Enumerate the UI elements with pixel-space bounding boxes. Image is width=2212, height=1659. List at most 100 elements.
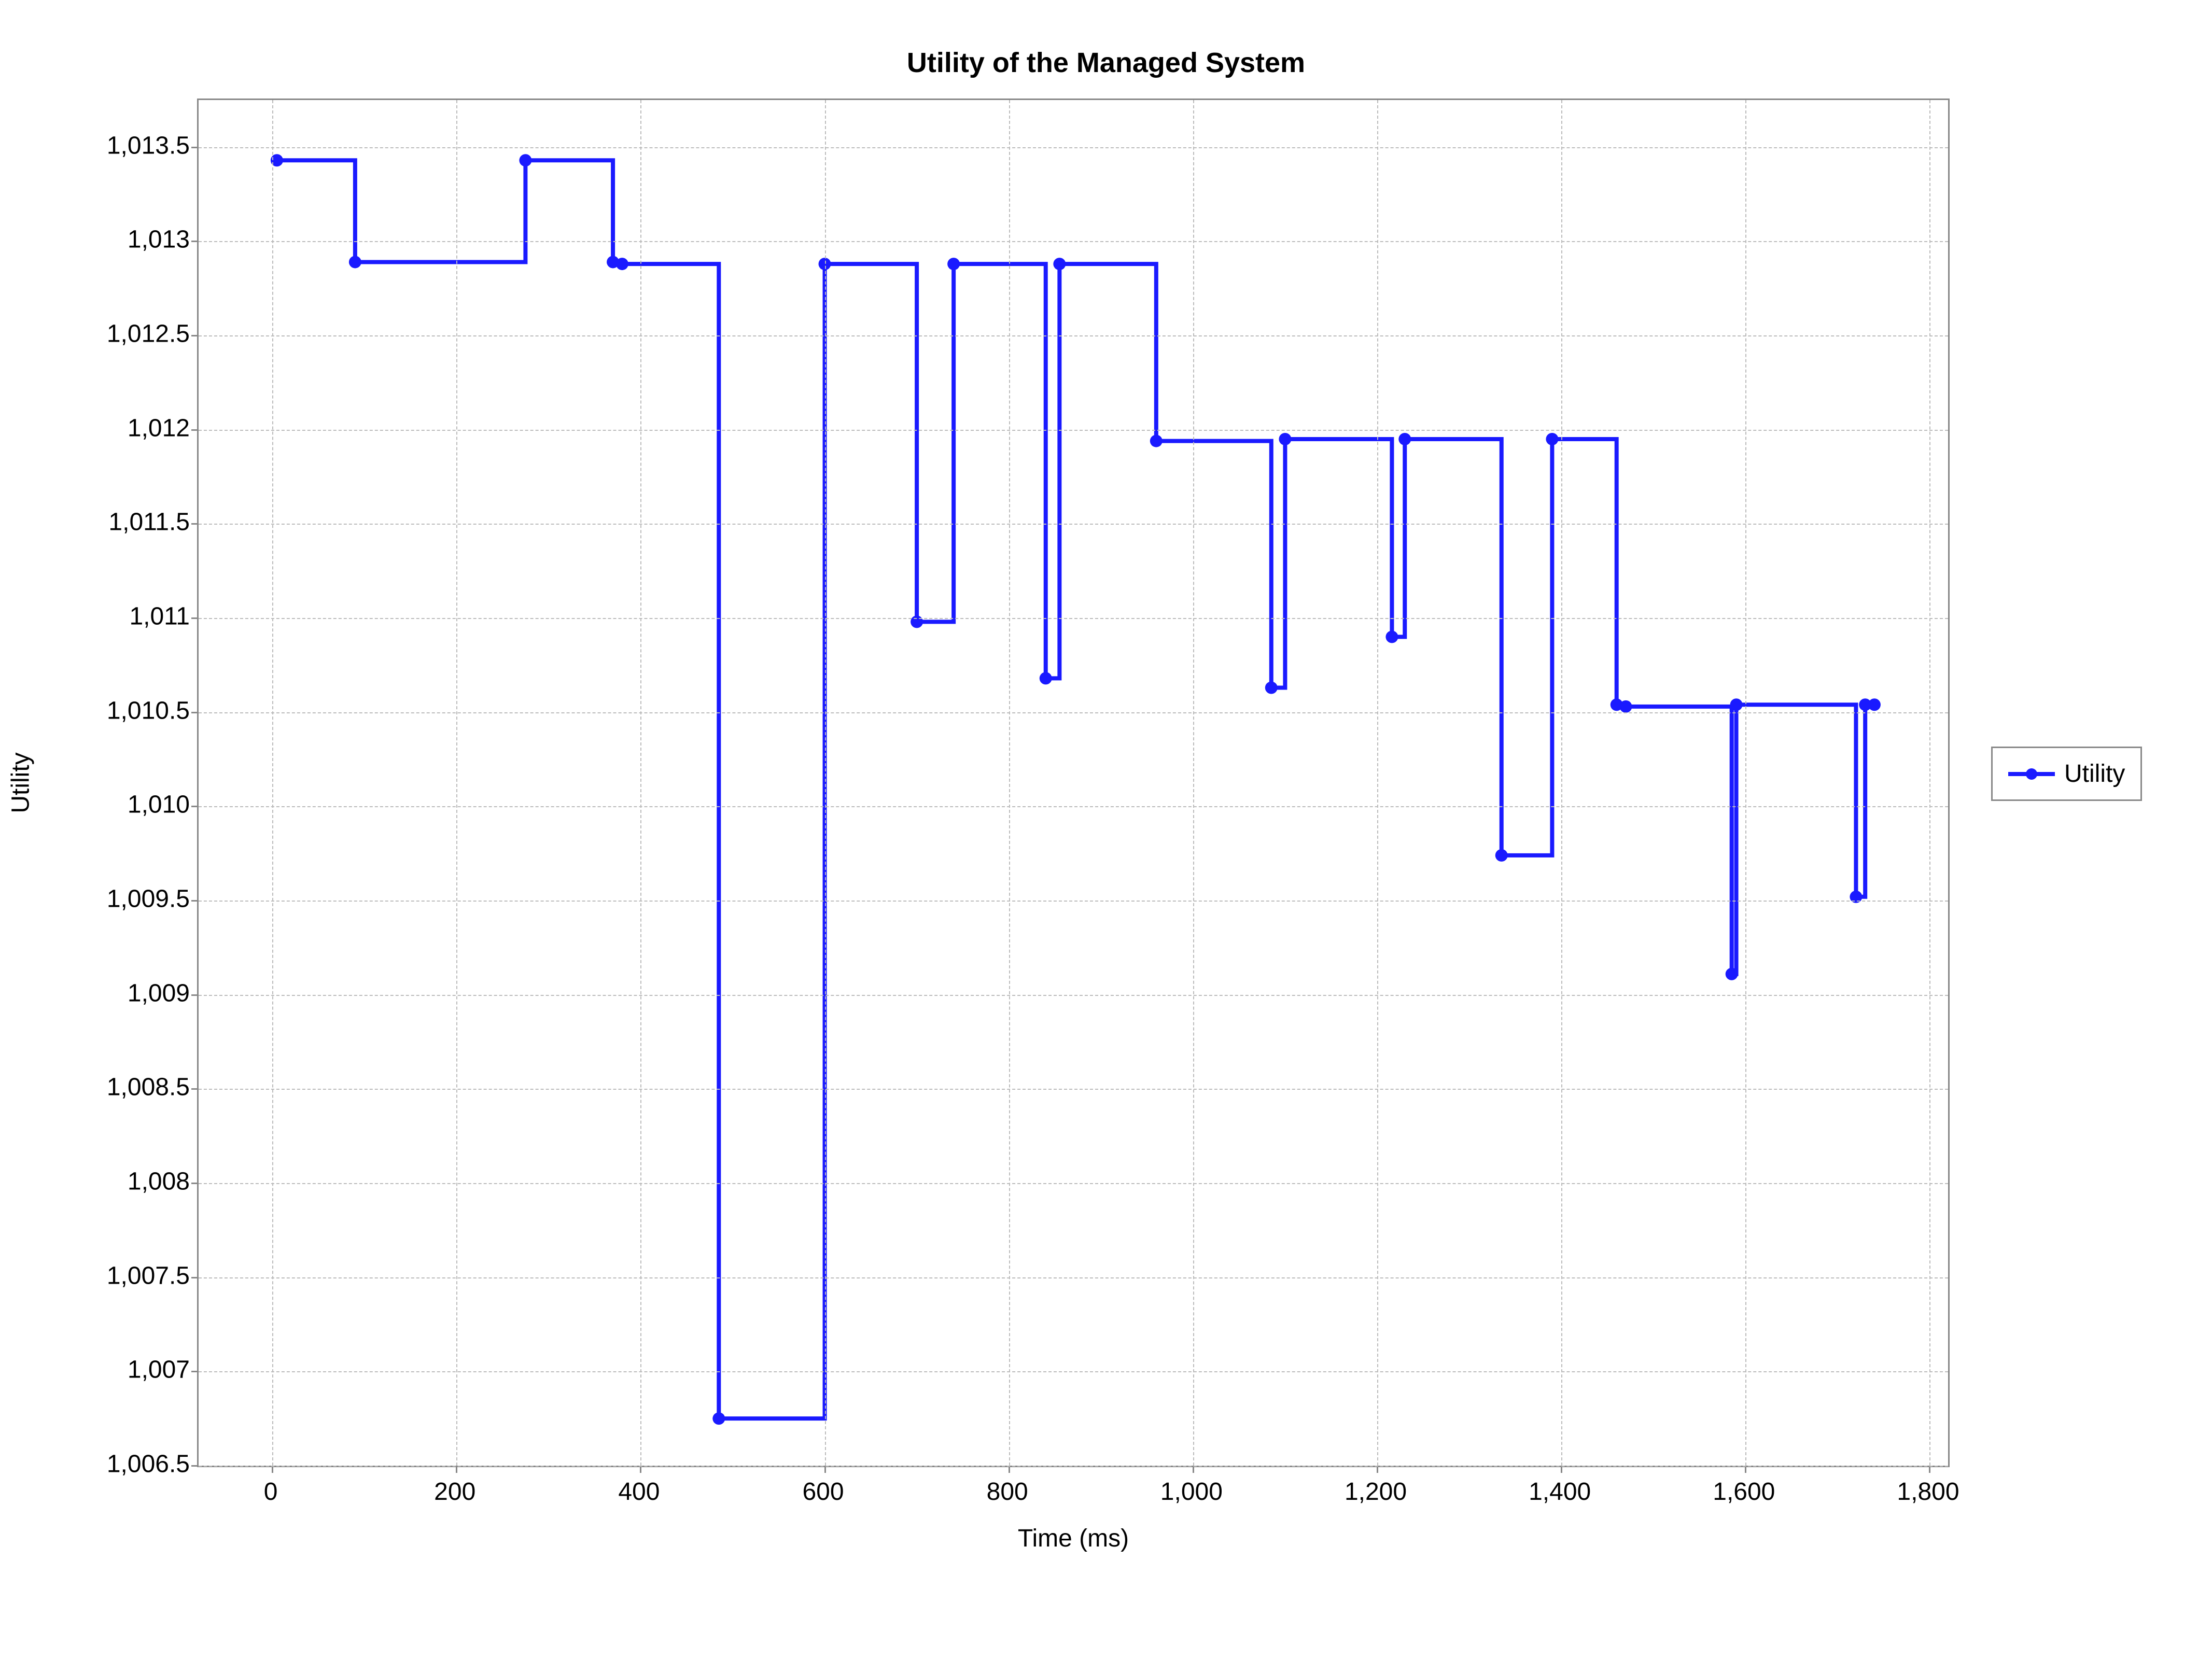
grid-line-horizontal: [199, 712, 1948, 713]
grid-line-horizontal: [199, 995, 1948, 996]
y-tick-mark: [191, 1088, 199, 1090]
grid-line-horizontal: [199, 147, 1948, 148]
y-tick-label: 1,009: [34, 979, 190, 1007]
y-tick-mark: [191, 523, 199, 525]
series-marker: [1040, 672, 1052, 684]
chart-container: Utility of the Managed System Utility Ti…: [0, 0, 2212, 1659]
x-tick-mark: [272, 1466, 273, 1473]
series-marker: [1150, 435, 1163, 447]
y-tick-label: 1,012.5: [34, 320, 190, 348]
y-tick-mark: [191, 147, 199, 148]
x-tick-mark: [640, 1466, 641, 1473]
grid-line-vertical: [456, 100, 457, 1466]
grid-line-vertical: [1009, 100, 1010, 1466]
legend: Utility: [1991, 747, 2142, 801]
x-tick-label: 1,400: [1508, 1478, 1612, 1506]
y-tick-label: 1,007: [34, 1356, 190, 1384]
series-marker: [349, 256, 361, 268]
grid-line-horizontal: [199, 901, 1948, 902]
grid-line-vertical: [1377, 100, 1378, 1466]
y-tick-label: 1,007.5: [34, 1261, 190, 1290]
y-axis-label: Utility: [7, 752, 35, 813]
series-marker: [1265, 682, 1278, 694]
x-axis-label: Time (ms): [197, 1524, 1950, 1553]
grid-line-horizontal: [199, 1089, 1948, 1090]
series-marker: [1053, 258, 1066, 270]
grid-line-vertical: [1745, 100, 1746, 1466]
legend-label: Utility: [2064, 760, 2125, 788]
y-tick-mark: [191, 335, 199, 336]
y-tick-mark: [191, 1465, 199, 1467]
y-tick-mark: [191, 429, 199, 431]
y-tick-mark: [191, 1183, 199, 1184]
grid-line-vertical: [1561, 100, 1562, 1466]
grid-line-vertical: [272, 100, 273, 1466]
y-tick-label: 1,011.5: [34, 508, 190, 537]
y-tick-mark: [191, 1371, 199, 1372]
series-line: [277, 160, 1874, 1418]
y-tick-label: 1,010.5: [34, 696, 190, 725]
y-tick-label: 1,010: [34, 791, 190, 819]
x-tick-label: 800: [956, 1478, 1059, 1506]
grid-line-vertical: [825, 100, 826, 1466]
x-tick-mark: [1745, 1466, 1746, 1473]
x-tick-mark: [456, 1466, 457, 1473]
grid-line-vertical: [1193, 100, 1194, 1466]
grid-line-horizontal: [199, 1466, 1948, 1467]
x-tick-label: 1,600: [1692, 1478, 1796, 1506]
x-tick-mark: [824, 1466, 826, 1473]
series-marker: [1619, 700, 1632, 713]
y-tick-label: 1,008.5: [34, 1073, 190, 1102]
series-marker: [1546, 433, 1558, 445]
legend-swatch: [2008, 766, 2055, 782]
y-tick-label: 1,008: [34, 1168, 190, 1196]
series-marker: [911, 615, 923, 628]
grid-line-horizontal: [199, 618, 1948, 619]
y-tick-label: 1,006.5: [34, 1450, 190, 1479]
grid-line-horizontal: [199, 335, 1948, 336]
series-marker: [1730, 698, 1743, 711]
series-marker: [712, 1412, 725, 1425]
series-marker: [519, 154, 531, 166]
y-tick-mark: [191, 806, 199, 807]
x-tick-mark: [1009, 1466, 1010, 1473]
x-tick-mark: [1377, 1466, 1378, 1473]
grid-line-horizontal: [199, 241, 1948, 242]
x-tick-label: 1,000: [1140, 1478, 1243, 1506]
grid-line-vertical: [1929, 100, 1930, 1466]
chart-title: Utility of the Managed System: [0, 47, 2212, 79]
grid-line-horizontal: [199, 806, 1948, 807]
y-tick-mark: [191, 1277, 199, 1278]
chart-svg: [199, 100, 1948, 1466]
series-marker: [947, 258, 960, 270]
grid-line-horizontal: [199, 1183, 1948, 1184]
x-tick-mark: [1561, 1466, 1562, 1473]
y-tick-label: 1,013.5: [34, 131, 190, 160]
x-tick-label: 1,200: [1324, 1478, 1427, 1506]
legend-marker-icon: [2026, 768, 2037, 780]
y-tick-mark: [191, 900, 199, 902]
x-tick-mark: [1193, 1466, 1194, 1473]
grid-line-horizontal: [199, 1371, 1948, 1372]
series-marker: [616, 258, 628, 270]
y-tick-label: 1,009.5: [34, 885, 190, 913]
y-tick-label: 1,012: [34, 414, 190, 442]
grid-line-horizontal: [199, 1277, 1948, 1278]
series-marker: [1726, 968, 1738, 980]
plot-area: [197, 99, 1950, 1467]
x-tick-label: 400: [587, 1478, 691, 1506]
grid-line-horizontal: [199, 430, 1948, 431]
series-marker: [1398, 433, 1411, 445]
y-tick-mark: [191, 994, 199, 996]
y-tick-mark: [191, 712, 199, 713]
x-tick-label: 200: [403, 1478, 507, 1506]
series-marker: [1495, 849, 1508, 862]
x-tick-mark: [1929, 1466, 1930, 1473]
x-tick-label: 0: [219, 1478, 323, 1506]
series-marker: [1279, 433, 1291, 445]
x-tick-label: 600: [772, 1478, 875, 1506]
series-marker: [1385, 630, 1398, 643]
grid-line-horizontal: [199, 524, 1948, 525]
series-marker: [1868, 698, 1881, 711]
x-tick-label: 1,800: [1876, 1478, 1980, 1506]
